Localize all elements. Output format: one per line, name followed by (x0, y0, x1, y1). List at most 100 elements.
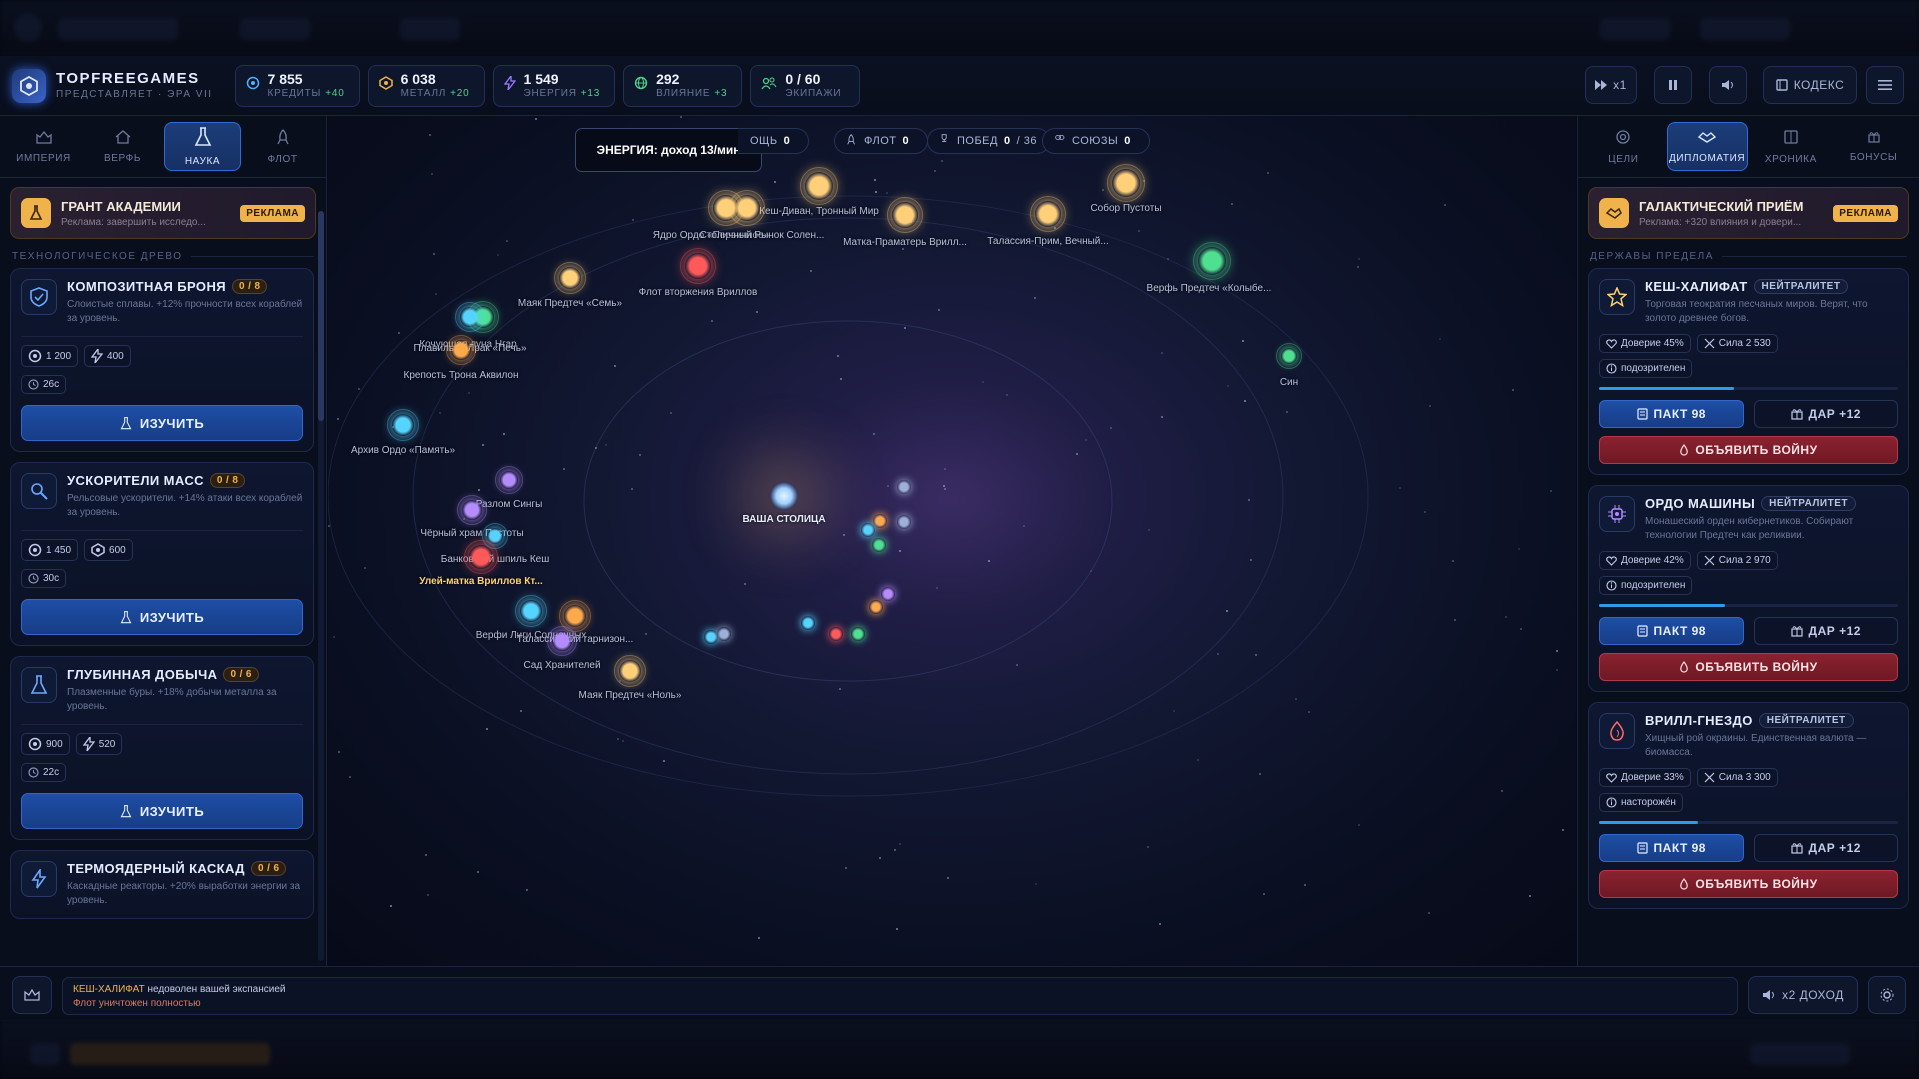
menu-icon (1878, 80, 1892, 90)
star-system[interactable] (729, 190, 765, 226)
star-system[interactable] (1107, 164, 1145, 202)
settings-button[interactable] (1868, 976, 1906, 1014)
map-stat-pill: ФЛОТ 0 (834, 128, 929, 154)
tab-2[interactable]: НАУКА (164, 122, 241, 171)
crown-button[interactable] (12, 976, 52, 1014)
tab-label: ВЕРФЬ (103, 152, 142, 164)
pact-button[interactable]: ПАКТ 98 (1599, 834, 1744, 862)
gift-button[interactable]: ДАР +12 (1753, 400, 1898, 428)
star-system[interactable] (717, 627, 731, 641)
star-system[interactable] (457, 495, 487, 525)
star-system[interactable] (851, 627, 865, 641)
tab-3[interactable]: ФЛОТ (245, 122, 320, 171)
tech-level: 0 / 6 (223, 667, 259, 682)
pact-button[interactable]: ПАКТ 98 (1599, 400, 1744, 428)
tech-desc: Слоистые сплавы. +12% прочности всех кор… (67, 299, 303, 324)
trust-bar (1599, 387, 1898, 390)
star-system-label: Маяк Предтеч «Семь» (517, 298, 623, 309)
star-system[interactable] (897, 515, 911, 529)
tab-2[interactable]: ХРОНИКА (1752, 122, 1831, 171)
galactic-reception-ad[interactable]: ГАЛАКТИЧЕСКИЙ ПРИЁМ Реклама: +320 влияни… (1588, 187, 1909, 239)
star-system[interactable] (861, 523, 875, 537)
ad-desc: Реклама: завершить исследо... (61, 216, 206, 228)
resource-1[interactable]: 6 038 МЕТАЛЛ +20 (367, 64, 485, 107)
gift-button[interactable]: ДАР +12 (1753, 617, 1898, 645)
double-income-button[interactable]: x2 ДОХОД (1748, 976, 1858, 1014)
star-system[interactable] (680, 248, 716, 284)
star-system[interactable] (554, 262, 586, 294)
tech-name: КОМПОЗИТНАЯ БРОНЯ (67, 279, 226, 294)
star-system[interactable] (897, 480, 911, 494)
resource-value: 6 038 (400, 71, 436, 87)
star-system[interactable] (495, 466, 523, 494)
research-button[interactable]: ИЗУЧИТЬ (21, 793, 303, 829)
declare-war-button[interactable]: ОБЪЯВИТЬ ВОЙНУ (1599, 653, 1898, 681)
drop-icon (1599, 713, 1635, 749)
power-name: КЕШ-ХАЛИФАТ (1645, 279, 1748, 294)
resource-value: 7 855 (267, 71, 303, 87)
log-line-2: Флот уничтожен полностью (73, 998, 201, 1009)
sound-button[interactable] (1709, 66, 1747, 104)
star-system[interactable] (1193, 242, 1231, 280)
star-system[interactable] (801, 616, 815, 630)
star-system[interactable] (515, 595, 547, 627)
star-system[interactable] (614, 655, 646, 687)
star-system[interactable] (887, 197, 923, 233)
tab-label: НАУКА (184, 155, 221, 167)
declare-war-button[interactable]: ОБЪЯВИТЬ ВОЙНУ (1599, 870, 1898, 898)
tab-1[interactable]: ДИПЛОМАТИЯ (1666, 122, 1748, 171)
menu-button[interactable] (1866, 66, 1904, 104)
trust-bar (1599, 821, 1898, 824)
tech-card: ТЕРМОЯДЕРНЫЙ КАСКАД 0 / 6 Каскадные реакт… (10, 850, 314, 919)
tech-level: 0 / 8 (209, 473, 246, 488)
tech-name: ГЛУБИННАЯ ДОБЫЧА (67, 667, 218, 682)
tech-section-title: ТЕХНОЛОГИЧЕСКОЕ ДРЕВО (12, 251, 314, 262)
star-system[interactable] (881, 587, 895, 601)
star-system[interactable] (1030, 196, 1066, 232)
galaxy-map[interactable]: Собор Пустоты Кеш-Диван, Тронный Мир Ядро … (328, 116, 1576, 966)
research-button[interactable]: ИЗУЧИТЬ (21, 599, 303, 635)
resource-2[interactable]: 1 549 ЭНЕРГИЯ +13 (492, 64, 616, 107)
right-panel: ЦЕЛИ ДИПЛОМАТИЯ ХРОНИКА БОНУСЫ ГАЛАКТИЧЕСКИ… (1577, 116, 1919, 966)
game-frame: TOPFREEGAMES ПРЕДСТАВЛЯЕТ · ЭРА VII 7 85… (0, 56, 1919, 1022)
resource-3[interactable]: 292 ВЛИЯНИЕ +3 (623, 64, 743, 107)
crew-icon (761, 76, 785, 95)
star-system[interactable] (872, 538, 886, 552)
research-time: 26с (21, 375, 67, 394)
left-scrollbar[interactable] (318, 211, 324, 421)
ad-title: ГРАНТ АКАДЕМИИ (61, 198, 181, 214)
star-system[interactable] (829, 627, 843, 641)
star-system[interactable] (482, 523, 508, 549)
tab-0[interactable]: ЦЕЛИ (1584, 122, 1663, 171)
star-system[interactable] (446, 335, 476, 365)
star-system[interactable] (873, 514, 887, 528)
resource-value: 1 549 (523, 71, 559, 87)
resource-0[interactable]: 7 855 КРЕДИТЫ +40 (234, 64, 360, 107)
pact-button[interactable]: ПАКТ 98 (1599, 617, 1744, 645)
academy-grant-ad[interactable]: ГРАНТ АКАДЕМИИ Реклама: завершить исслед… (10, 187, 316, 239)
star-system[interactable] (455, 302, 485, 332)
capital-system[interactable] (770, 482, 798, 510)
star-system[interactable] (464, 540, 498, 574)
declare-war-button[interactable]: ОБЪЯВИТЬ ВОЙНУ (1599, 436, 1898, 464)
research-button[interactable]: ИЗУЧИТЬ (21, 405, 303, 441)
ad-title: ГАЛАКТИЧЕСКИЙ ПРИЁМ (1639, 198, 1804, 214)
tab-1[interactable]: ВЕРФЬ (85, 122, 160, 171)
star-system[interactable] (869, 600, 883, 614)
pause-button[interactable] (1654, 66, 1692, 104)
star-system[interactable] (547, 626, 577, 656)
gift-button[interactable]: ДАР +12 (1753, 834, 1898, 862)
tab-0[interactable]: ИМПЕРИЯ (6, 122, 81, 171)
star-system[interactable] (559, 600, 591, 632)
codex-button[interactable]: КОДЕКС (1763, 66, 1857, 104)
resource-delta: +3 (714, 88, 728, 99)
mood-chip: настороже́н (1599, 793, 1683, 812)
star-system[interactable] (1276, 343, 1302, 369)
event-log: КЕШ-ХАЛИФАТ недоволен вашей экспансией Ф… (62, 977, 1738, 1015)
star-system[interactable] (800, 167, 838, 205)
resource-4[interactable]: 0 / 60 ЭКИПАЖИ (750, 64, 861, 107)
speed-button[interactable]: x1 (1585, 66, 1637, 104)
star-system[interactable] (704, 630, 718, 644)
star-system[interactable] (387, 409, 419, 441)
tab-3[interactable]: БОНУСЫ (1834, 122, 1913, 171)
